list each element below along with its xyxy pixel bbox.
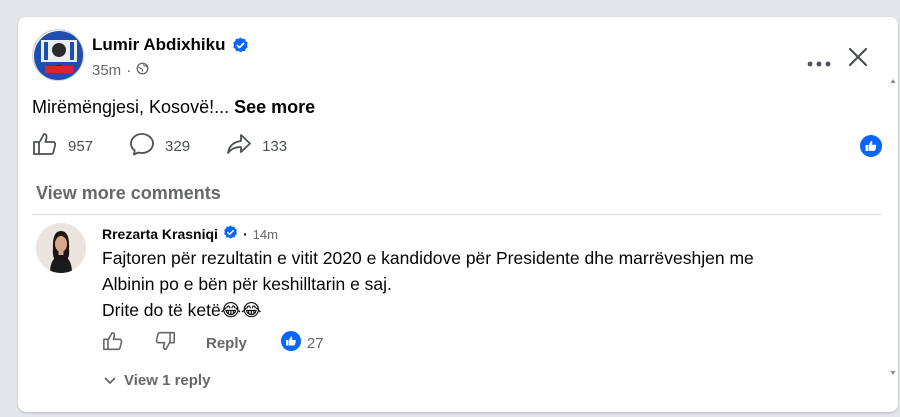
scrollbar[interactable] (890, 77, 896, 377)
post-meta: 35m · (92, 62, 149, 79)
more-icon (807, 47, 831, 73)
comment-like-button[interactable] (102, 331, 124, 356)
like-icon (32, 132, 58, 160)
like-count: 957 (68, 137, 94, 155)
comment-count: 329 (165, 137, 191, 155)
comment-author-line: Rrezarta Krasniqi · 14m (102, 225, 278, 243)
globe-icon (136, 62, 149, 79)
author-name[interactable]: Lumir Abdixhiku (92, 35, 249, 55)
more-options-button[interactable] (804, 45, 834, 75)
share-button[interactable]: 133 (226, 132, 287, 160)
verified-icon (232, 37, 249, 54)
post-text-content: Mirëmëngjesi, Kosovë!... (32, 97, 230, 117)
dislike-icon (154, 331, 176, 356)
comment-time[interactable]: 14m (253, 227, 278, 242)
comment-button[interactable]: 329 (129, 132, 190, 160)
dot-separator: · (242, 226, 248, 242)
post-text: Mirëmëngjesi, Kosovë!... See more (32, 97, 315, 118)
like-reaction-icon (280, 331, 301, 355)
dot-separator: · (126, 62, 132, 79)
commenter-avatar[interactable] (36, 223, 86, 273)
view-more-comments-link[interactable]: View more comments (36, 183, 221, 204)
close-button[interactable] (840, 41, 876, 77)
comment-author-name[interactable]: Rrezarta Krasniqi (102, 226, 218, 242)
chevron-down-icon (104, 372, 116, 389)
comment-reaction-count[interactable]: 27 (280, 331, 324, 355)
post-header: Lumir Abdixhiku 35m · (32, 29, 882, 89)
comment-icon (129, 132, 155, 160)
post-card: Lumir Abdixhiku 35m · Mirëmëngjesi, Koso… (18, 17, 898, 412)
reaction-count-text: 27 (306, 334, 324, 352)
post-time[interactable]: 35m (92, 62, 121, 79)
divider (32, 214, 882, 215)
see-more-link[interactable]: See more (234, 97, 315, 117)
share-icon (226, 132, 252, 160)
close-icon (848, 47, 868, 72)
like-button[interactable]: 957 (32, 132, 93, 160)
share-count: 133 (262, 137, 288, 155)
view-reply-text[interactable]: View 1 reply (124, 372, 210, 389)
post-actions: 957 329 133 (32, 131, 323, 161)
comment-line: Albinin po e bën për keshilltarin e saj. (102, 274, 392, 294)
comment-actions: Reply 27 (102, 330, 324, 356)
comment-body: Fajtoren për rezultatin e vitit 2020 e k… (102, 245, 862, 323)
view-replies-link[interactable]: View 1 reply (104, 372, 210, 389)
comment-line: Fajtoren për rezultatin e vitit 2020 e k… (102, 248, 754, 268)
author-name-text[interactable]: Lumir Abdixhiku (92, 35, 226, 55)
reply-button[interactable]: Reply (206, 335, 247, 352)
comment-line: Drite do të ketë😂😂 (102, 300, 262, 320)
verified-icon (223, 225, 238, 243)
like-reaction-badge[interactable] (860, 135, 882, 157)
comment-dislike-button[interactable] (154, 331, 176, 356)
author-avatar[interactable] (32, 29, 84, 81)
like-icon (102, 331, 124, 356)
